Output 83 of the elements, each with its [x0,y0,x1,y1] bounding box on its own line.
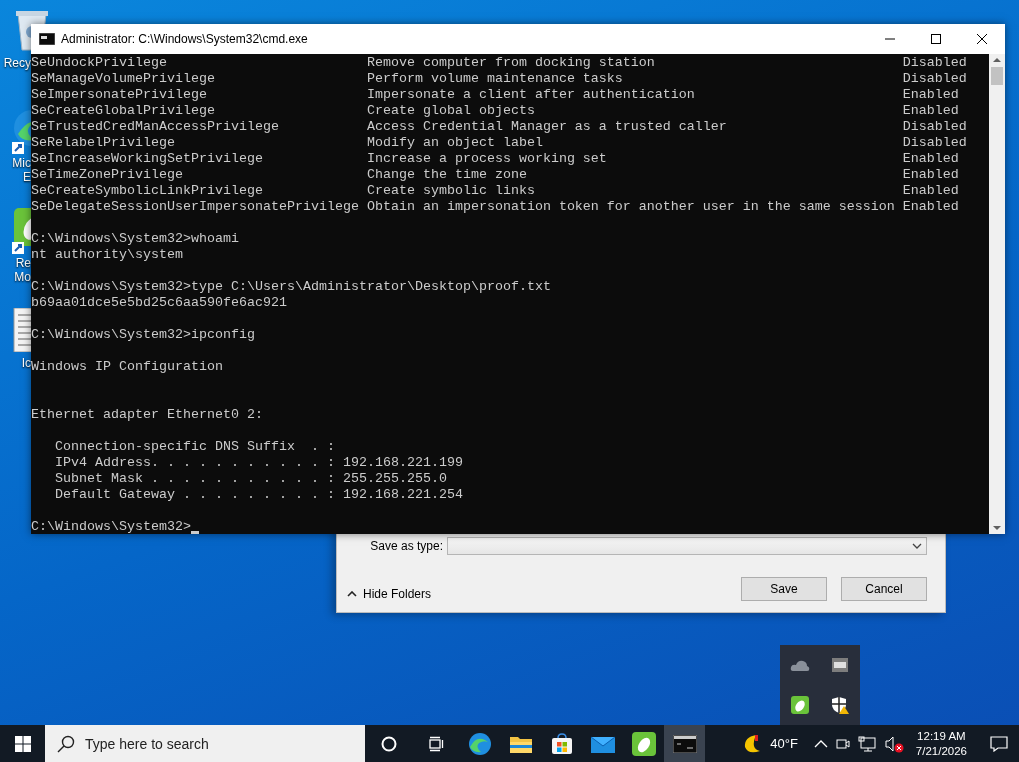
privilege-state: Disabled [902,135,967,151]
network-icon[interactable] [857,735,876,752]
task-view-icon [427,735,444,752]
privilege-name: SeDelegateSessionUserImpersonatePrivilege [31,199,360,215]
search-field[interactable]: Type here to search [45,725,365,762]
close-icon [977,34,987,44]
privilege-description: Change the time zone [366,167,528,183]
privilege-state: Disabled [902,119,967,135]
privilege-state: Enabled [902,103,959,119]
console-prompt: C:\Windows\System32> [31,519,191,534]
clock[interactable]: 12:19 AM 7/21/2026 [915,728,967,759]
privilege-state: Enabled [902,199,959,215]
privilege-name: SeImpersonatePrivilege [31,87,208,103]
console-line: Windows IP Configuration [31,359,223,375]
console-line: Subnet Mask . . . . . . . . . . . : 255.255.255.0 [54,471,447,487]
privilege-state: Enabled [902,167,959,183]
privilege-state: Enabled [902,183,959,199]
desktop-icon-label: Re [15,256,31,270]
console-line: b69aa01dce5e5bd25c6aa590fe6ac921 [31,295,287,311]
privilege-description: Create global objects [366,103,536,119]
chevron-down-icon [912,543,922,549]
dialog-button[interactable]: Cancel [841,577,927,601]
console-line: C:\Windows\System32>type C:\Users\Administrator\Desktop\proof.txt [31,279,551,295]
privilege-description: Impersonate a client after authentication [366,87,696,103]
mail-icon [590,734,615,753]
privilege-name: SeIncreaseWorkingSetPrivilege [31,151,264,166]
circle-icon [380,735,397,752]
desktop-icon-label: Recy [3,56,31,70]
privilege-name: SeManageVolumePrivilege [31,71,216,87]
document-icon [12,308,31,352]
console-line: IPv4 Address. . . . . . . . . . . : 192.168.221.199 [54,455,463,471]
privilege-state: Enabled [902,151,959,167]
taskbar-app[interactable] [664,725,705,762]
privilege-description: Create symbolic links [366,183,536,199]
chevron-up-icon [347,591,357,597]
weather-temperature[interactable]: 40°F [770,736,798,751]
text-cursor [190,531,199,534]
terminal-icon [672,734,697,753]
console-line: Connection-specific DNS Suffix . : [54,439,335,455]
privilege-description: Remove computer from docking station [366,55,656,71]
chevron-up-icon[interactable] [813,739,828,748]
privilege-name: SeCreateGlobalPrivilege [31,103,216,119]
speaker-muted-icon[interactable] [883,734,904,753]
console-line: C:\Windows\System32>whoami [31,231,239,247]
edge-icon [467,731,492,756]
privilege-name: SeUndockPrivilege [31,55,168,71]
shield-warning-icon[interactable] [831,696,849,714]
store-icon [550,732,573,755]
desktop-icon-label: Ic [21,356,31,370]
console-line: Default Gateway . . . . . . . . . : 192.168.221.254 [54,487,463,503]
dialog-button[interactable]: Save [741,577,827,601]
mouse-icon[interactable] [791,696,809,714]
console-line: Ethernet adapter Ethernet0 2: [31,407,263,423]
desktop-icon-label: Mic [12,156,31,170]
privilege-description: Perform volume maintenance tasks [366,71,624,87]
windows-logo-icon [14,735,31,752]
privilege-name: SeRelabelPrivilege [31,135,176,151]
privilege-name: SeTrustedCredManAccessPrivilege [31,119,280,135]
hide-folders-link[interactable]: Hide Folders [363,587,432,601]
scrollbar[interactable] [989,54,1005,534]
save-type-label: Save as type: [370,539,443,553]
console-icon [39,33,55,45]
desktop-icon-label: Mo [14,270,31,284]
console-line: nt authority\system [31,247,183,263]
chat-bubble-icon [990,735,1008,752]
search-icon [57,734,75,753]
maximize-icon [931,34,941,44]
privilege-description: Modify an object label [366,135,544,151]
privilege-state: Enabled [902,87,959,103]
mouse-icon [631,731,656,756]
privilege-description: Access Credential Manager as a trusted caller [366,119,728,135]
console-line: C:\Windows\System32>ipconfig [31,327,255,343]
privilege-name: SeTimeZonePrivilege [31,167,184,183]
privilege-state: Disabled [902,71,967,87]
privilege-name: SeCreateSymbolicLinkPrivilege [31,183,264,199]
vm-icon[interactable] [832,658,848,672]
window-title: Administrator: C:\Windows\System32\cmd.exe [61,32,309,46]
privilege-description: Obtain an impersonation token for another user in the same session [366,199,896,215]
scrollbar-thumb[interactable] [991,67,1003,85]
cloud-icon[interactable] [790,659,810,671]
desktop-icon-label: E [23,170,31,184]
privilege-description: Increase a process working set [366,151,608,167]
privilege-state: Disabled [902,55,967,71]
